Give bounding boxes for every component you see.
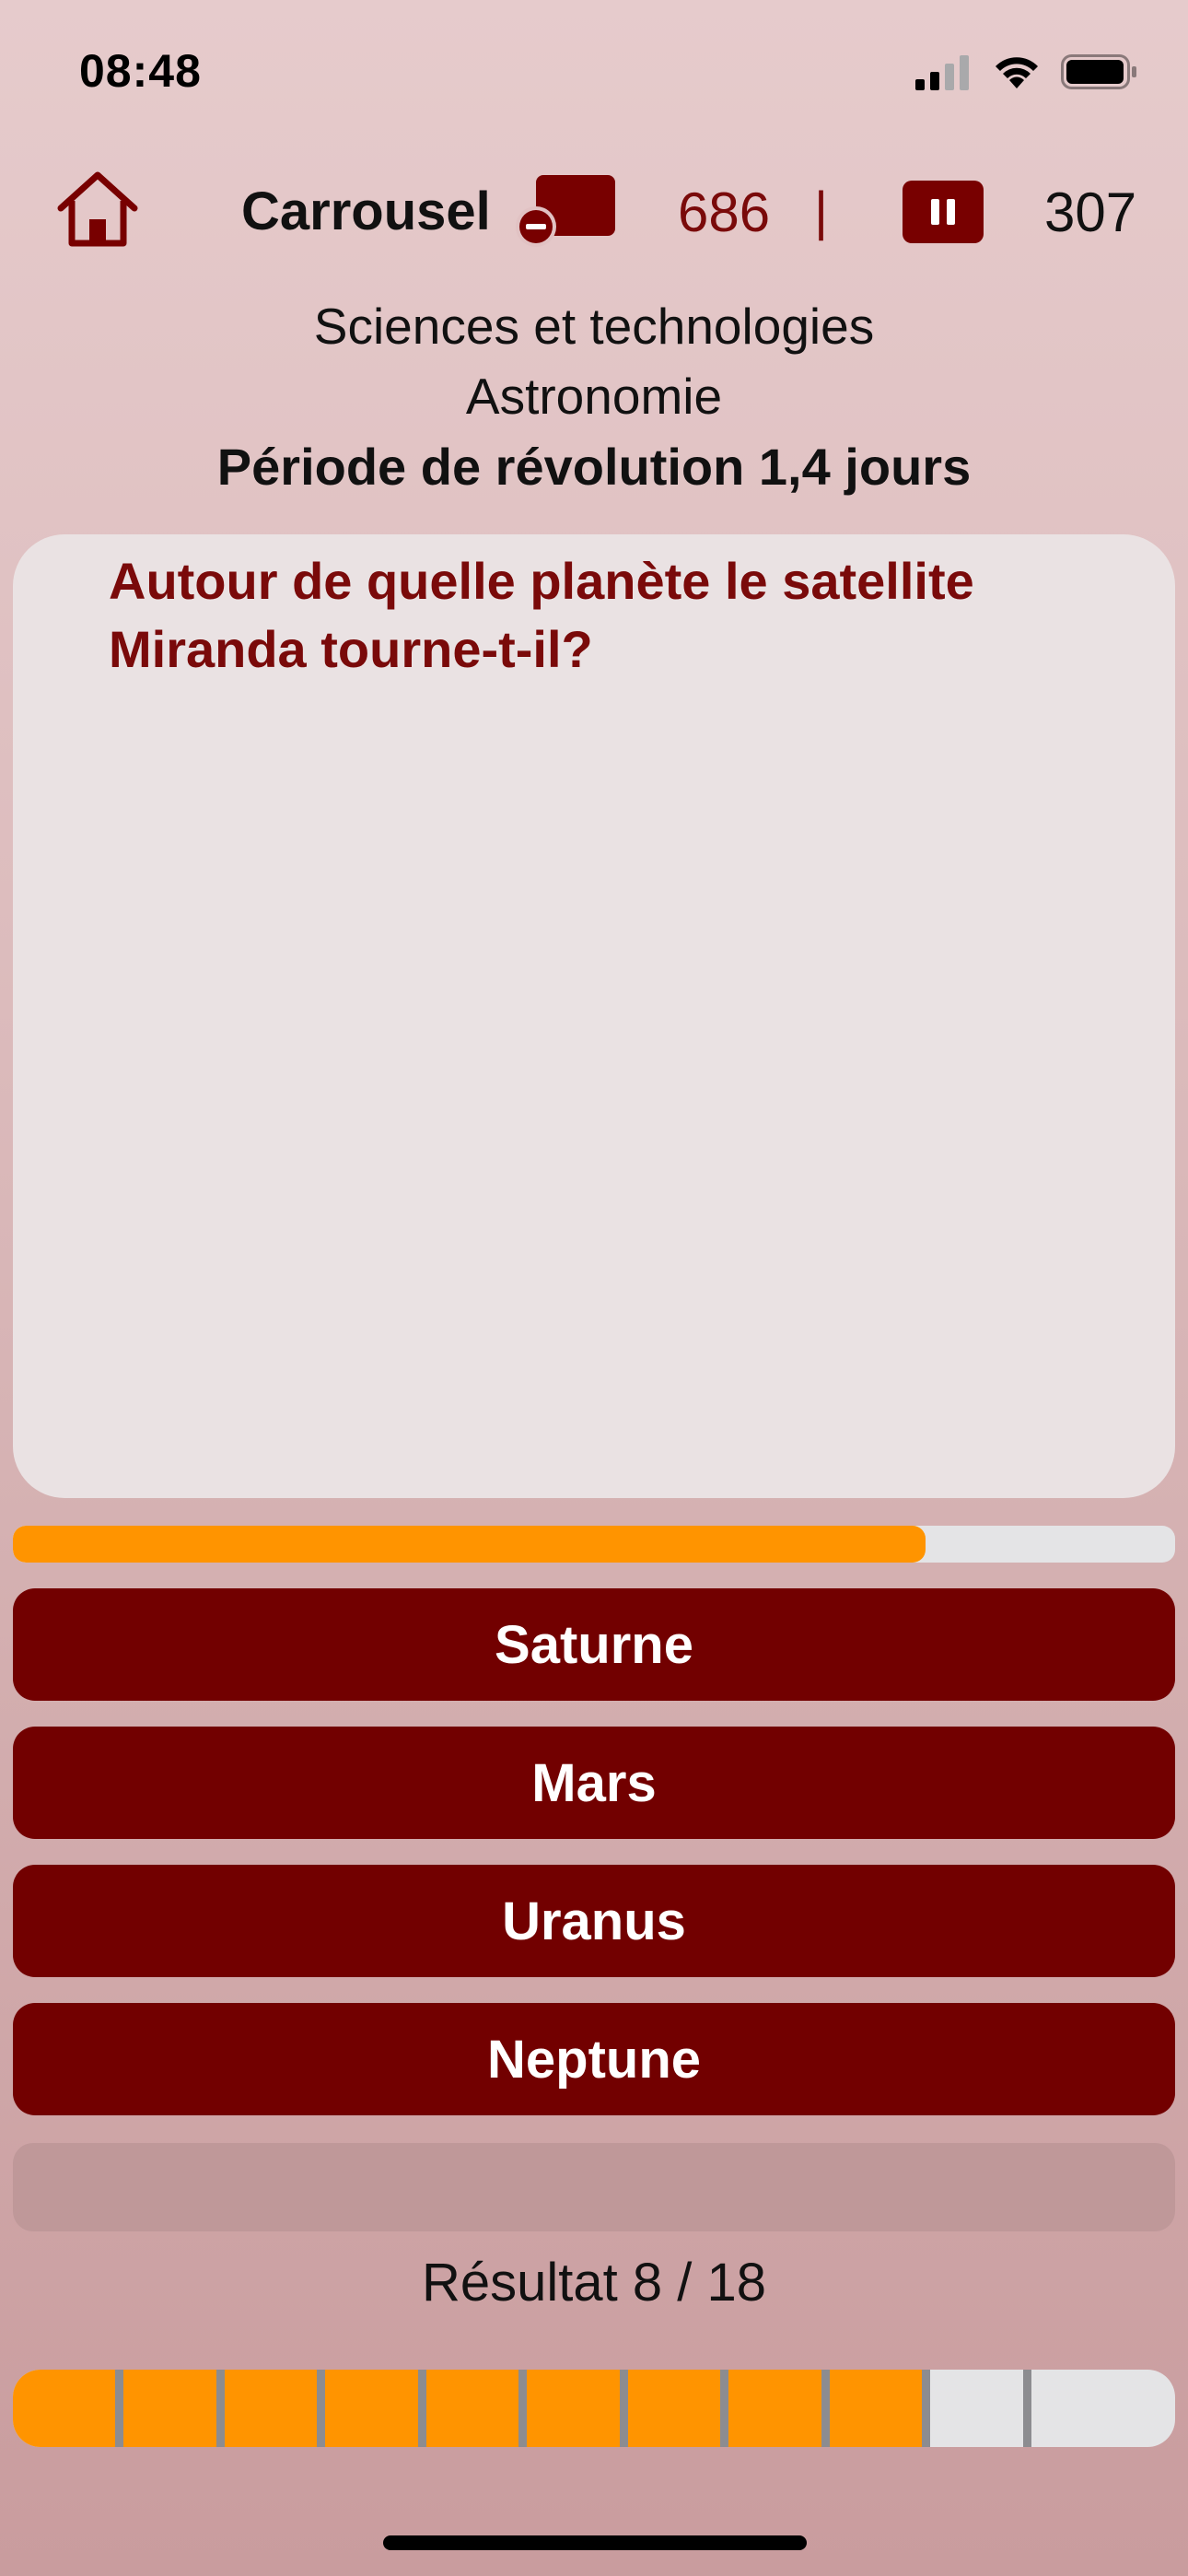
result-text: Résultat 8 / 18 [422,2253,766,2313]
result-progress-fill [13,2370,926,2447]
pause-button[interactable] [903,181,984,243]
progress-segment-divider [115,2370,123,2447]
result-progress-bar [13,2370,1175,2447]
answer-button-saturne[interactable]: Saturne [13,1588,1175,1701]
progress-segment-divider [1022,2370,1031,2447]
battery-icon [1061,54,1136,89]
feedback-bar [13,2143,1175,2231]
progress-segment-divider [317,2370,326,2447]
wifi-icon [996,57,1038,88]
status-icons [915,53,1138,90]
score-right: 307 [1044,181,1137,243]
progress-segment-divider [619,2370,628,2447]
progress-segment-divider [417,2370,426,2447]
home-icon [57,171,138,247]
timer-bar [13,1526,1175,1563]
answer-button-mars[interactable]: Mars [13,1727,1175,1839]
progress-segment-divider [922,2370,931,2447]
category-domain: Sciences et technologies [313,298,875,355]
category-subdomain: Astronomie [465,368,723,425]
cellular-signal-icon [915,55,969,90]
score-separator: | [814,181,829,241]
progress-segment-divider [720,2370,729,2447]
progress-segment-divider [215,2370,225,2447]
card-minus-button[interactable] [516,173,619,251]
progress-segment-divider [518,2370,528,2447]
card-minus-icon [516,175,615,247]
score-left: 686 [678,181,771,243]
question-clue: Période de révolution 1,4 jours [216,438,972,496]
status-time: 08:48 [79,45,202,97]
timer-bar-fill [13,1526,926,1563]
mode-title: Carrousel [241,181,491,241]
answer-button-uranus[interactable]: Uranus [13,1865,1175,1977]
progress-segment-divider [821,2370,830,2447]
home-indicator[interactable] [383,2535,807,2550]
question-text: Autour de quelle planète le satellite Mi… [109,552,974,678]
home-button[interactable] [55,171,140,249]
pause-icon [931,199,955,225]
answer-button-neptune[interactable]: Neptune [13,2003,1175,2115]
